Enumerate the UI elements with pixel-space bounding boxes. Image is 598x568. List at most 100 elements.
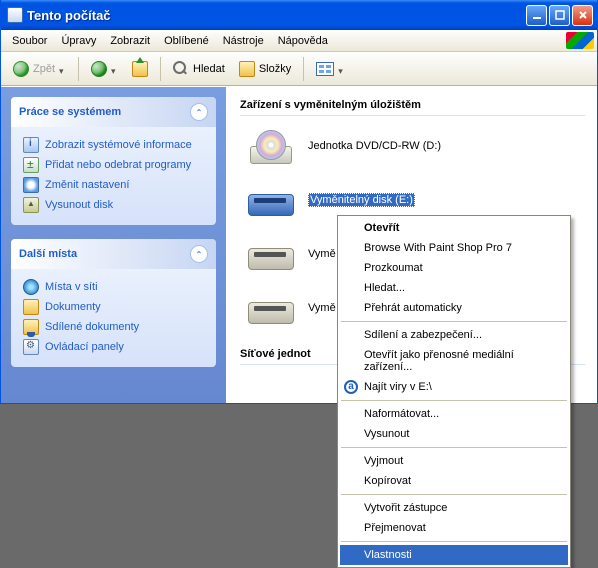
folders-button[interactable]: Složky [233, 57, 297, 81]
device-label: Vymě [308, 302, 336, 314]
eject-icon [23, 197, 39, 213]
cm-autoplay[interactable]: Přehrát automaticky [340, 298, 568, 318]
cm-format[interactable]: Naformátovat... [340, 404, 568, 424]
separator [341, 321, 567, 322]
separator [341, 494, 567, 495]
folders-label: Složky [259, 63, 291, 75]
cm-properties[interactable]: Vlastnosti [340, 545, 568, 565]
task-change-settings[interactable]: Změnit nastavení [23, 175, 204, 195]
window-icon [7, 7, 23, 23]
menu-edit[interactable]: Úpravy [54, 33, 103, 49]
avast-icon [344, 380, 358, 394]
link-control-panel[interactable]: Ovládací panely [23, 337, 204, 357]
back-label: Zpět [33, 63, 55, 75]
forward-dropdown-icon [111, 65, 118, 72]
separator [341, 400, 567, 401]
programs-icon [23, 157, 39, 173]
back-icon [13, 61, 29, 77]
collapse-icon[interactable]: ⌃ [190, 245, 208, 263]
system-tasks-header[interactable]: Práce se systémem ⌃ [11, 97, 216, 127]
tasks-sidebar: Práce se systémem ⌃ Zobrazit systémové i… [1, 87, 226, 403]
cm-explore[interactable]: Prozkoumat [340, 258, 568, 278]
cm-scan-viruses[interactable]: Najít viry v E:\ [340, 377, 568, 397]
other-places-title: Další místa [19, 248, 77, 260]
system-tasks-body: Zobrazit systémové informace Přidat nebo… [11, 127, 216, 225]
cm-rename[interactable]: Přejmenovat [340, 518, 568, 538]
removable-disk-icon [246, 234, 294, 274]
separator [341, 541, 567, 542]
section-removable-storage: Zařízení s vyměnitelným úložištěm [240, 93, 585, 116]
task-label: Vysunout disk [45, 199, 113, 211]
minimize-button[interactable] [526, 5, 547, 26]
cm-label: Najít viry v E:\ [364, 381, 432, 393]
cm-browse-psp[interactable]: Browse With Paint Shop Pro 7 [340, 238, 568, 258]
task-label: Přidat nebo odebrat programy [45, 159, 191, 171]
dvd-drive-icon [246, 126, 294, 166]
folders-icon [239, 61, 255, 77]
device-label: Jednotka DVD/CD-RW (D:) [308, 140, 441, 152]
task-eject-disk[interactable]: Vysunout disk [23, 195, 204, 215]
context-menu: Otevřít Browse With Paint Shop Pro 7 Pro… [337, 215, 571, 568]
removable-disk-icon [246, 288, 294, 328]
menu-favorites[interactable]: Oblíbené [157, 33, 216, 49]
cm-create-shortcut[interactable]: Vytvořit zástupce [340, 498, 568, 518]
back-button: Zpět [7, 57, 72, 81]
device-label: Vyměnitelný disk (E:) [308, 193, 415, 207]
link-network-places[interactable]: Místa v síti [23, 277, 204, 297]
link-documents[interactable]: Dokumenty [23, 297, 204, 317]
views-button[interactable] [310, 58, 351, 80]
menu-help[interactable]: Nápověda [271, 33, 335, 49]
views-icon [316, 62, 334, 76]
forward-button[interactable] [85, 57, 124, 81]
cm-cut[interactable]: Vyjmout [340, 451, 568, 471]
device-removable-e[interactable]: Vyměnitelný disk (E:) [246, 180, 595, 220]
device-label: Vymě [308, 248, 336, 260]
link-label: Sdílené dokumenty [45, 321, 139, 333]
maximize-button[interactable] [549, 5, 570, 26]
cm-eject[interactable]: Vysunout [340, 424, 568, 444]
link-label: Ovládací panely [45, 341, 124, 353]
cm-copy[interactable]: Kopírovat [340, 471, 568, 491]
back-dropdown-icon [59, 65, 66, 72]
views-dropdown-icon [338, 65, 345, 72]
search-icon [173, 61, 189, 77]
search-label: Hledat [193, 63, 225, 75]
other-places-panel: Další místa ⌃ Místa v síti Dokumenty Sdí… [11, 239, 216, 367]
cm-sharing[interactable]: Sdílení a zabezpečení... [340, 325, 568, 345]
folder-up-icon [132, 61, 148, 77]
task-label: Změnit nastavení [45, 179, 129, 191]
sysinfo-icon [23, 137, 39, 153]
link-label: Místa v síti [45, 281, 98, 293]
cm-open[interactable]: Otevřít [340, 218, 568, 238]
other-places-body: Místa v síti Dokumenty Sdílené dokumenty… [11, 269, 216, 367]
system-tasks-title: Práce se systémem [19, 106, 121, 118]
toolbar: Zpět Hledat Složky [1, 52, 597, 86]
menu-tools[interactable]: Nástroje [216, 33, 271, 49]
link-shared-documents[interactable]: Sdílené dokumenty [23, 317, 204, 337]
device-dvd[interactable]: Jednotka DVD/CD-RW (D:) [246, 126, 595, 166]
task-add-remove-programs[interactable]: Přidat nebo odebrat programy [23, 155, 204, 175]
search-button[interactable]: Hledat [167, 57, 231, 81]
cm-portable-device[interactable]: Otevřít jako přenosné mediální zařízení.… [340, 345, 568, 377]
close-button[interactable] [572, 5, 593, 26]
control-panel-icon [23, 339, 39, 355]
other-places-header[interactable]: Další místa ⌃ [11, 239, 216, 269]
titlebar[interactable]: Tento počítač [1, 0, 597, 30]
menu-file[interactable]: Soubor [5, 33, 54, 49]
task-label: Zobrazit systémové informace [45, 139, 192, 151]
link-label: Dokumenty [45, 301, 101, 313]
documents-icon [23, 299, 39, 315]
separator [78, 57, 79, 81]
menubar: Soubor Úpravy Zobrazit Oblíbené Nástroje… [1, 30, 597, 52]
cm-search[interactable]: Hledat... [340, 278, 568, 298]
forward-icon [91, 61, 107, 77]
up-button[interactable] [126, 57, 154, 81]
removable-disk-icon [246, 180, 294, 220]
window-title: Tento počítač [27, 8, 524, 23]
task-system-info[interactable]: Zobrazit systémové informace [23, 135, 204, 155]
menu-view[interactable]: Zobrazit [103, 33, 157, 49]
collapse-icon[interactable]: ⌃ [190, 103, 208, 121]
network-icon [23, 279, 39, 295]
separator [341, 447, 567, 448]
separator [160, 57, 161, 81]
